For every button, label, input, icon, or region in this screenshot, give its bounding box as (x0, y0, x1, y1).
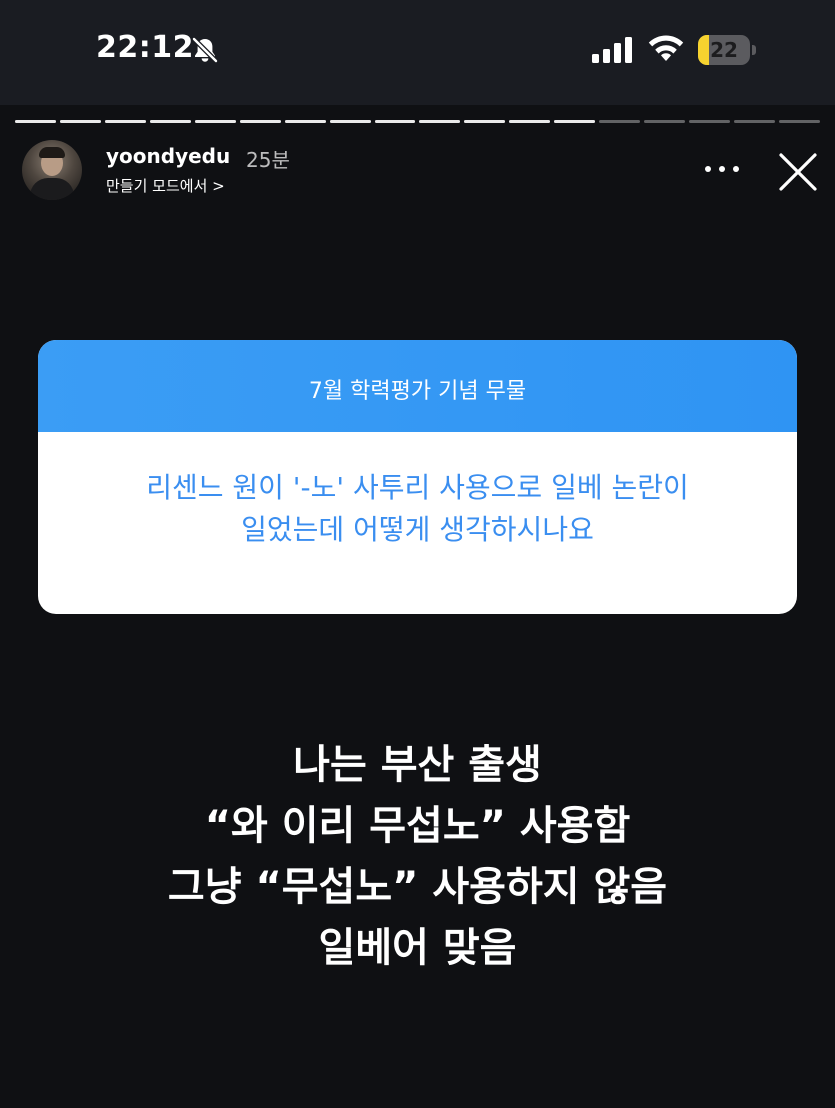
battery-cap (752, 45, 756, 55)
story-progress-segment (104, 120, 146, 123)
story-progress-segment (464, 120, 506, 123)
question-sticker[interactable]: 7월 학력평가 기념 무물 리센느 원이 '-노' 사투리 사용으로 일베 논란… (38, 340, 797, 614)
question-sticker-body: 리센느 원이 '-노' 사투리 사용으로 일베 논란이 일었는데 어떻게 생각하… (38, 432, 797, 614)
story-progress-segment (509, 120, 551, 123)
username[interactable]: yoondyedu (106, 144, 230, 168)
story-progress-fill (464, 120, 506, 123)
story-progress-segment (554, 120, 596, 123)
story-progress-fill (59, 120, 101, 123)
battery-icon: 22 (698, 35, 756, 65)
story-progress-segment (194, 120, 236, 123)
story-progress-segment (149, 120, 191, 123)
story-progress-segment (374, 120, 416, 123)
battery-body: 22 (698, 35, 750, 65)
story-progress-fill (284, 120, 326, 123)
avatar-hair (39, 147, 65, 158)
question-text: 리센느 원이 '-노' 사투리 사용으로 일베 논란이 일었는데 어떻게 생각하… (146, 471, 689, 546)
story-progress-segment (284, 120, 326, 123)
more-dot (705, 166, 711, 172)
story-progress-segment (329, 120, 371, 123)
close-icon[interactable] (778, 152, 818, 192)
story-progress-bar (15, 120, 820, 126)
story-progress-fill (554, 120, 596, 123)
story-progress-fill (419, 120, 461, 123)
question-sticker-header: 7월 학력평가 기념 무물 (38, 340, 797, 432)
story-progress-fill (194, 120, 236, 123)
answer-text: 나는 부산 출생 “와 이리 무섭노” 사용함 그냥 “무섭노” 사용하지 않음… (167, 742, 668, 971)
story-progress-segment (59, 120, 101, 123)
story-progress-segment (644, 120, 686, 123)
story-progress-fill (239, 120, 281, 123)
story-progress-segment (419, 120, 461, 123)
story-progress-segment (15, 120, 56, 123)
story-progress-fill (149, 120, 191, 123)
avatar-body (30, 178, 74, 200)
story-progress-segment (239, 120, 281, 123)
story-progress-segment (734, 120, 775, 123)
question-sticker-title: 7월 학력평가 기념 무물 (308, 379, 527, 404)
story-progress-fill (374, 120, 416, 123)
more-dot (719, 166, 725, 172)
more-dot (733, 166, 739, 172)
story-progress-fill (509, 120, 551, 123)
time-ago: 25분 (246, 148, 290, 172)
creation-mode-link[interactable]: 만들기 모드에서 > (106, 175, 225, 196)
story-screen: 22:12 22 yoondyedu 25분 만들기 모드에서 > 7월 학력평… (0, 0, 835, 1108)
story-progress-segment (599, 120, 641, 123)
story-progress-fill (329, 120, 371, 123)
story-header: yoondyedu 25분 만들기 모드에서 > (22, 140, 822, 204)
bell-slash-icon (192, 37, 218, 63)
story-progress-segment (689, 120, 730, 123)
cellular-signal-icon (592, 37, 632, 63)
status-time: 22:12 (96, 30, 194, 65)
battery-level: 22 (710, 38, 738, 62)
story-progress-fill (104, 120, 146, 123)
more-options-icon[interactable] (705, 162, 739, 176)
wifi-icon (648, 35, 684, 61)
status-bar: 22:12 22 (0, 0, 835, 105)
story-progress-fill (15, 120, 56, 123)
avatar[interactable] (22, 140, 82, 200)
story-progress-segment (778, 120, 820, 123)
